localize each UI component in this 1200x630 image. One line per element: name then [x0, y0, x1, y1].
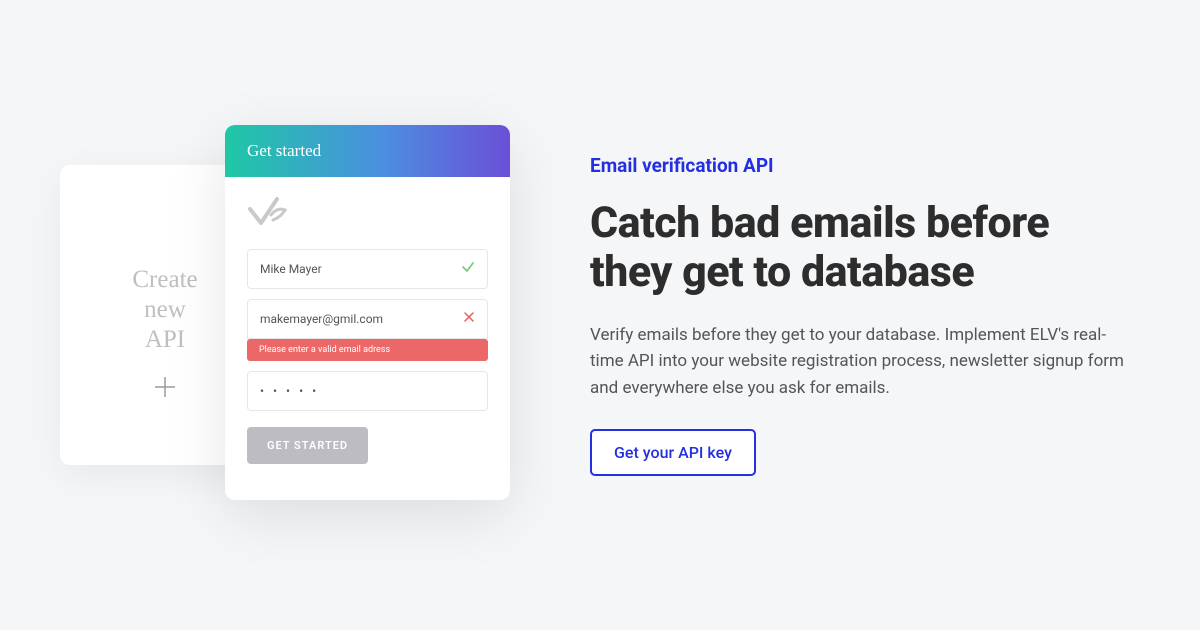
form-header-title: Get started [247, 141, 321, 161]
eyebrow-label: Email verification API [590, 154, 1130, 177]
name-field[interactable]: Mike Mayer [247, 249, 488, 289]
signup-form-card: Get started Mike Mayer makemayer@gmi [225, 125, 510, 500]
password-value: • • • • • [260, 384, 319, 398]
create-api-line2: new [144, 296, 186, 323]
create-api-line1: Create [132, 266, 197, 293]
form-body: Mike Mayer makemayer@gmil.com Please ent… [225, 177, 510, 486]
get-started-label: GET STARTED [267, 439, 348, 452]
illustration-panel: Create new API Get started M [50, 105, 530, 525]
email-field[interactable]: makemayer@gmil.com [247, 299, 488, 339]
hero-content: Email verification API Catch bad emails … [590, 154, 1150, 476]
create-api-line3: API [145, 326, 185, 353]
get-api-key-button[interactable]: Get your API key [590, 429, 756, 476]
cta-label: Get your API key [614, 443, 732, 462]
page-description: Verify emails before they get to your da… [590, 322, 1130, 401]
name-value: Mike Mayer [260, 262, 322, 276]
page-container: Create new API Get started M [0, 0, 1200, 630]
get-started-button[interactable]: GET STARTED [247, 427, 368, 464]
email-value: makemayer@gmil.com [260, 312, 383, 326]
error-message: Please enter a valid email adress [259, 345, 390, 355]
page-headline: Catch bad emails before they get to data… [590, 199, 1130, 298]
x-icon [463, 311, 475, 327]
password-field[interactable]: • • • • • [247, 371, 488, 411]
form-header: Get started [225, 125, 510, 177]
check-icon [461, 260, 475, 278]
error-banner: Please enter a valid email adress [247, 339, 488, 361]
ve-logo-icon [247, 195, 293, 231]
